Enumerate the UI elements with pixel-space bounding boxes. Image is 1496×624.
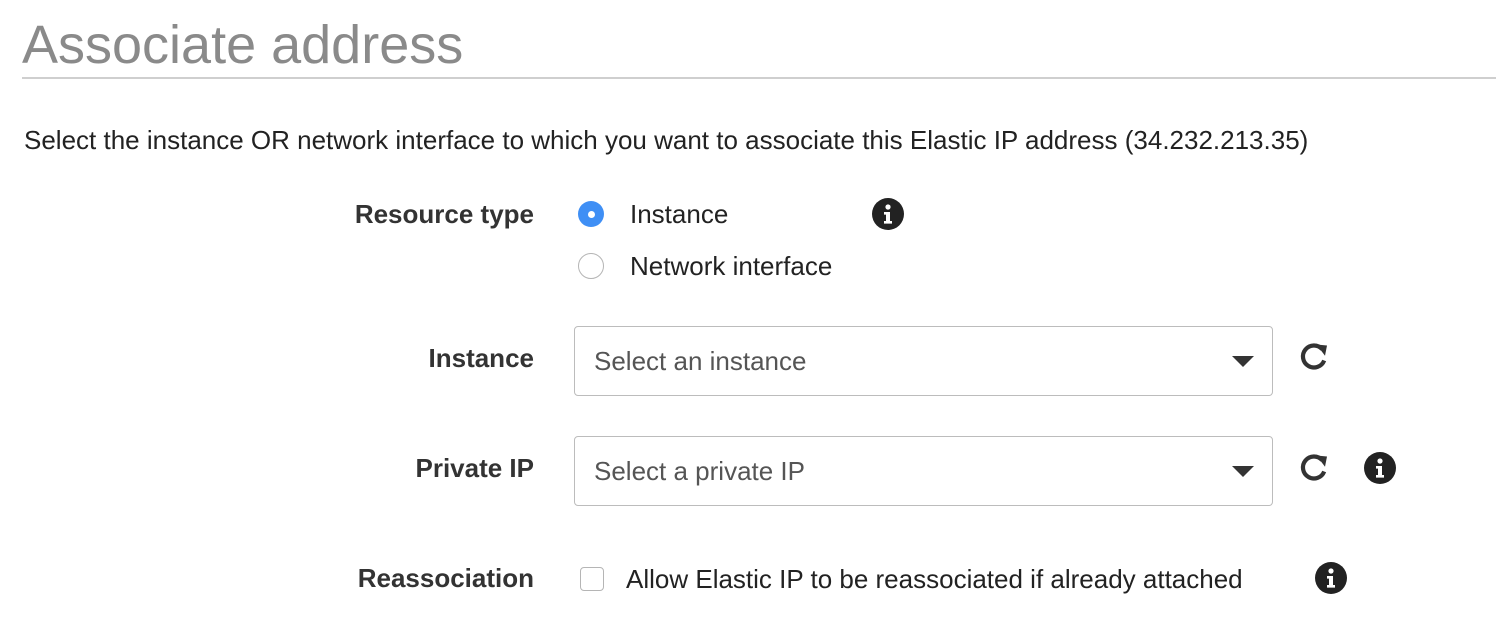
reassociation-checkbox[interactable]	[580, 567, 604, 591]
chevron-down-icon	[1232, 466, 1254, 477]
refresh-icon	[1296, 339, 1332, 380]
radio-option-instance[interactable]: Instance	[578, 199, 728, 229]
radio-label-network-interface[interactable]: Network interface	[630, 251, 832, 281]
instance-select[interactable]: Select an instance	[574, 326, 1273, 396]
instance-label: Instance	[428, 343, 535, 373]
reassociation-checkbox-row[interactable]: Allow Elastic IP to be reassociated if a…	[580, 564, 1243, 594]
instance-refresh-button[interactable]	[1295, 340, 1333, 378]
private-ip-refresh-button[interactable]	[1295, 451, 1333, 489]
resource-type-info-icon[interactable]	[872, 198, 904, 230]
chevron-down-icon	[1232, 356, 1254, 367]
private-ip-label: Private IP	[415, 453, 534, 483]
radio-button-network-interface[interactable]	[578, 253, 604, 279]
reassociation-info-icon[interactable]	[1315, 562, 1347, 594]
resource-type-label: Resource type	[354, 199, 534, 229]
radio-button-instance[interactable]	[578, 201, 604, 227]
private-ip-select[interactable]: Select a private IP	[574, 436, 1273, 506]
refresh-icon	[1296, 450, 1332, 491]
reassociation-label: Reassociation	[357, 563, 534, 593]
private-ip-info-icon[interactable]	[1364, 452, 1396, 484]
private-ip-select-placeholder: Select a private IP	[594, 456, 805, 486]
instance-select-placeholder: Select an instance	[594, 346, 807, 376]
page-description: Select the instance OR network interface…	[24, 125, 1309, 155]
page-title: Associate address	[22, 15, 464, 75]
reassociation-checkbox-label[interactable]: Allow Elastic IP to be reassociated if a…	[626, 564, 1243, 594]
radio-option-network-interface[interactable]: Network interface	[578, 251, 832, 281]
radio-label-instance[interactable]: Instance	[630, 199, 728, 229]
title-divider	[22, 77, 1496, 79]
